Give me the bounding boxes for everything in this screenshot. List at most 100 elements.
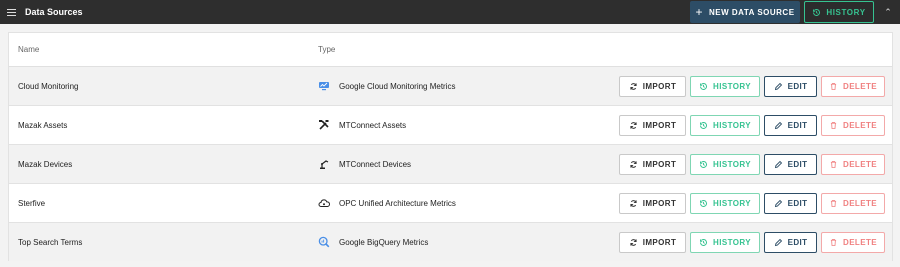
import-button[interactable]: IMPORT [619, 231, 686, 253]
pencil-icon [774, 82, 782, 90]
delete-button[interactable]: DELETE [821, 153, 885, 175]
cloud-monitoring-icon [318, 80, 330, 92]
row-history-button[interactable]: HISTORY [690, 114, 760, 136]
import-label: IMPORT [642, 237, 677, 247]
row-type: MTConnect Assets [318, 119, 406, 131]
history-icon [700, 121, 708, 129]
row-name: Top Search Terms [18, 237, 83, 247]
sync-icon [630, 121, 637, 129]
edit-button[interactable]: EDIT [764, 231, 817, 253]
import-label: IMPORT [642, 159, 677, 169]
data-sources-table: Name Type Cloud Monitoring Google Cloud … [8, 32, 893, 261]
import-label: IMPORT [642, 81, 677, 91]
delete-label: DELETE [843, 198, 877, 208]
edit-button[interactable]: EDIT [764, 153, 817, 175]
history-icon [700, 82, 708, 90]
history-icon [700, 199, 708, 207]
edit-label: EDIT [787, 120, 808, 130]
chevron-up-icon[interactable]: ⌃ [876, 0, 900, 24]
row-type-label: Google BigQuery Metrics [339, 237, 429, 247]
row-history-label: HISTORY [713, 237, 751, 247]
row-history-label: HISTORY [713, 81, 751, 91]
robot-arm-icon [318, 158, 330, 170]
import-button[interactable]: IMPORT [619, 114, 686, 136]
import-label: IMPORT [642, 120, 677, 130]
import-label: IMPORT [642, 198, 677, 208]
pencil-icon [774, 121, 782, 129]
table-row: Mazak Assets MTConnect Assets IMPORT HIS… [9, 106, 892, 145]
new-data-source-label: NEW DATA SOURCE [708, 7, 795, 17]
table-header: Name Type [9, 33, 892, 67]
row-type-label: MTConnect Devices [339, 159, 412, 169]
sync-icon [630, 82, 637, 90]
edit-label: EDIT [787, 159, 808, 169]
pencil-icon [774, 160, 782, 168]
edit-label: EDIT [787, 198, 808, 208]
edit-button[interactable]: EDIT [764, 192, 817, 214]
row-type: OPC Unified Architecture Metrics [318, 197, 456, 209]
cloud-gear-icon [318, 197, 330, 209]
history-icon [700, 160, 708, 168]
delete-button[interactable]: DELETE [821, 231, 885, 253]
sync-icon [630, 238, 637, 246]
delete-label: DELETE [843, 120, 877, 130]
delete-button[interactable]: DELETE [821, 114, 885, 136]
pencil-icon [774, 199, 782, 207]
tools-icon [318, 119, 330, 131]
row-actions: IMPORT HISTORY EDIT DELETE [619, 192, 885, 214]
pencil-icon [774, 238, 782, 246]
delete-button[interactable]: DELETE [821, 75, 885, 97]
row-type-label: Google Cloud Monitoring Metrics [339, 81, 456, 91]
table-row: Sterfive OPC Unified Architecture Metric… [9, 184, 892, 223]
edit-button[interactable]: EDIT [764, 114, 817, 136]
plus-icon: + [695, 5, 703, 19]
page-title: Data Sources [25, 7, 83, 17]
row-name: Sterfive [18, 198, 46, 208]
row-actions: IMPORT HISTORY EDIT DELETE [619, 231, 885, 253]
row-history-label: HISTORY [713, 120, 751, 130]
row-history-label: HISTORY [713, 159, 751, 169]
table-row: Top Search Terms Google BigQuery Metrics… [9, 223, 892, 261]
row-history-label: HISTORY [713, 198, 751, 208]
row-history-button[interactable]: HISTORY [690, 75, 760, 97]
bigquery-icon [318, 236, 330, 248]
row-history-button[interactable]: HISTORY [690, 192, 760, 214]
top-app-bar: Data Sources + NEW DATA SOURCE HISTORY ⌃ [0, 0, 900, 24]
row-type: MTConnect Devices [318, 158, 411, 170]
row-type: Google Cloud Monitoring Metrics [318, 80, 456, 92]
column-header-type: Type [318, 45, 336, 54]
delete-label: DELETE [843, 81, 877, 91]
import-button[interactable]: IMPORT [619, 192, 686, 214]
row-name: Cloud Monitoring [18, 81, 79, 91]
trash-icon [830, 160, 837, 168]
history-icon [700, 238, 708, 246]
history-button[interactable]: HISTORY [804, 1, 874, 23]
trash-icon [830, 121, 837, 129]
delete-button[interactable]: DELETE [821, 192, 885, 214]
import-button[interactable]: IMPORT [619, 75, 686, 97]
delete-label: DELETE [843, 159, 877, 169]
import-button[interactable]: IMPORT [619, 153, 686, 175]
row-name: Mazak Assets [18, 120, 68, 130]
row-history-button[interactable]: HISTORY [690, 153, 760, 175]
menu-icon[interactable] [7, 8, 16, 16]
trash-icon [830, 82, 837, 90]
table-row: Mazak Devices MTConnect Devices IMPORT H… [9, 145, 892, 184]
trash-icon [830, 199, 837, 207]
history-icon [813, 8, 821, 16]
row-history-button[interactable]: HISTORY [690, 231, 760, 253]
edit-label: EDIT [787, 237, 808, 247]
sync-icon [630, 160, 637, 168]
row-actions: IMPORT HISTORY EDIT DELETE [619, 75, 885, 97]
row-type-label: MTConnect Assets [339, 120, 407, 130]
row-name: Mazak Devices [18, 159, 73, 169]
sync-icon [630, 199, 637, 207]
row-type-label: OPC Unified Architecture Metrics [339, 198, 456, 208]
delete-label: DELETE [843, 237, 877, 247]
new-data-source-button[interactable]: + NEW DATA SOURCE [690, 1, 800, 23]
trash-icon [830, 238, 837, 246]
row-type: Google BigQuery Metrics [318, 236, 428, 248]
column-header-name: Name [18, 45, 40, 54]
history-label: HISTORY [826, 7, 866, 17]
edit-button[interactable]: EDIT [764, 75, 817, 97]
